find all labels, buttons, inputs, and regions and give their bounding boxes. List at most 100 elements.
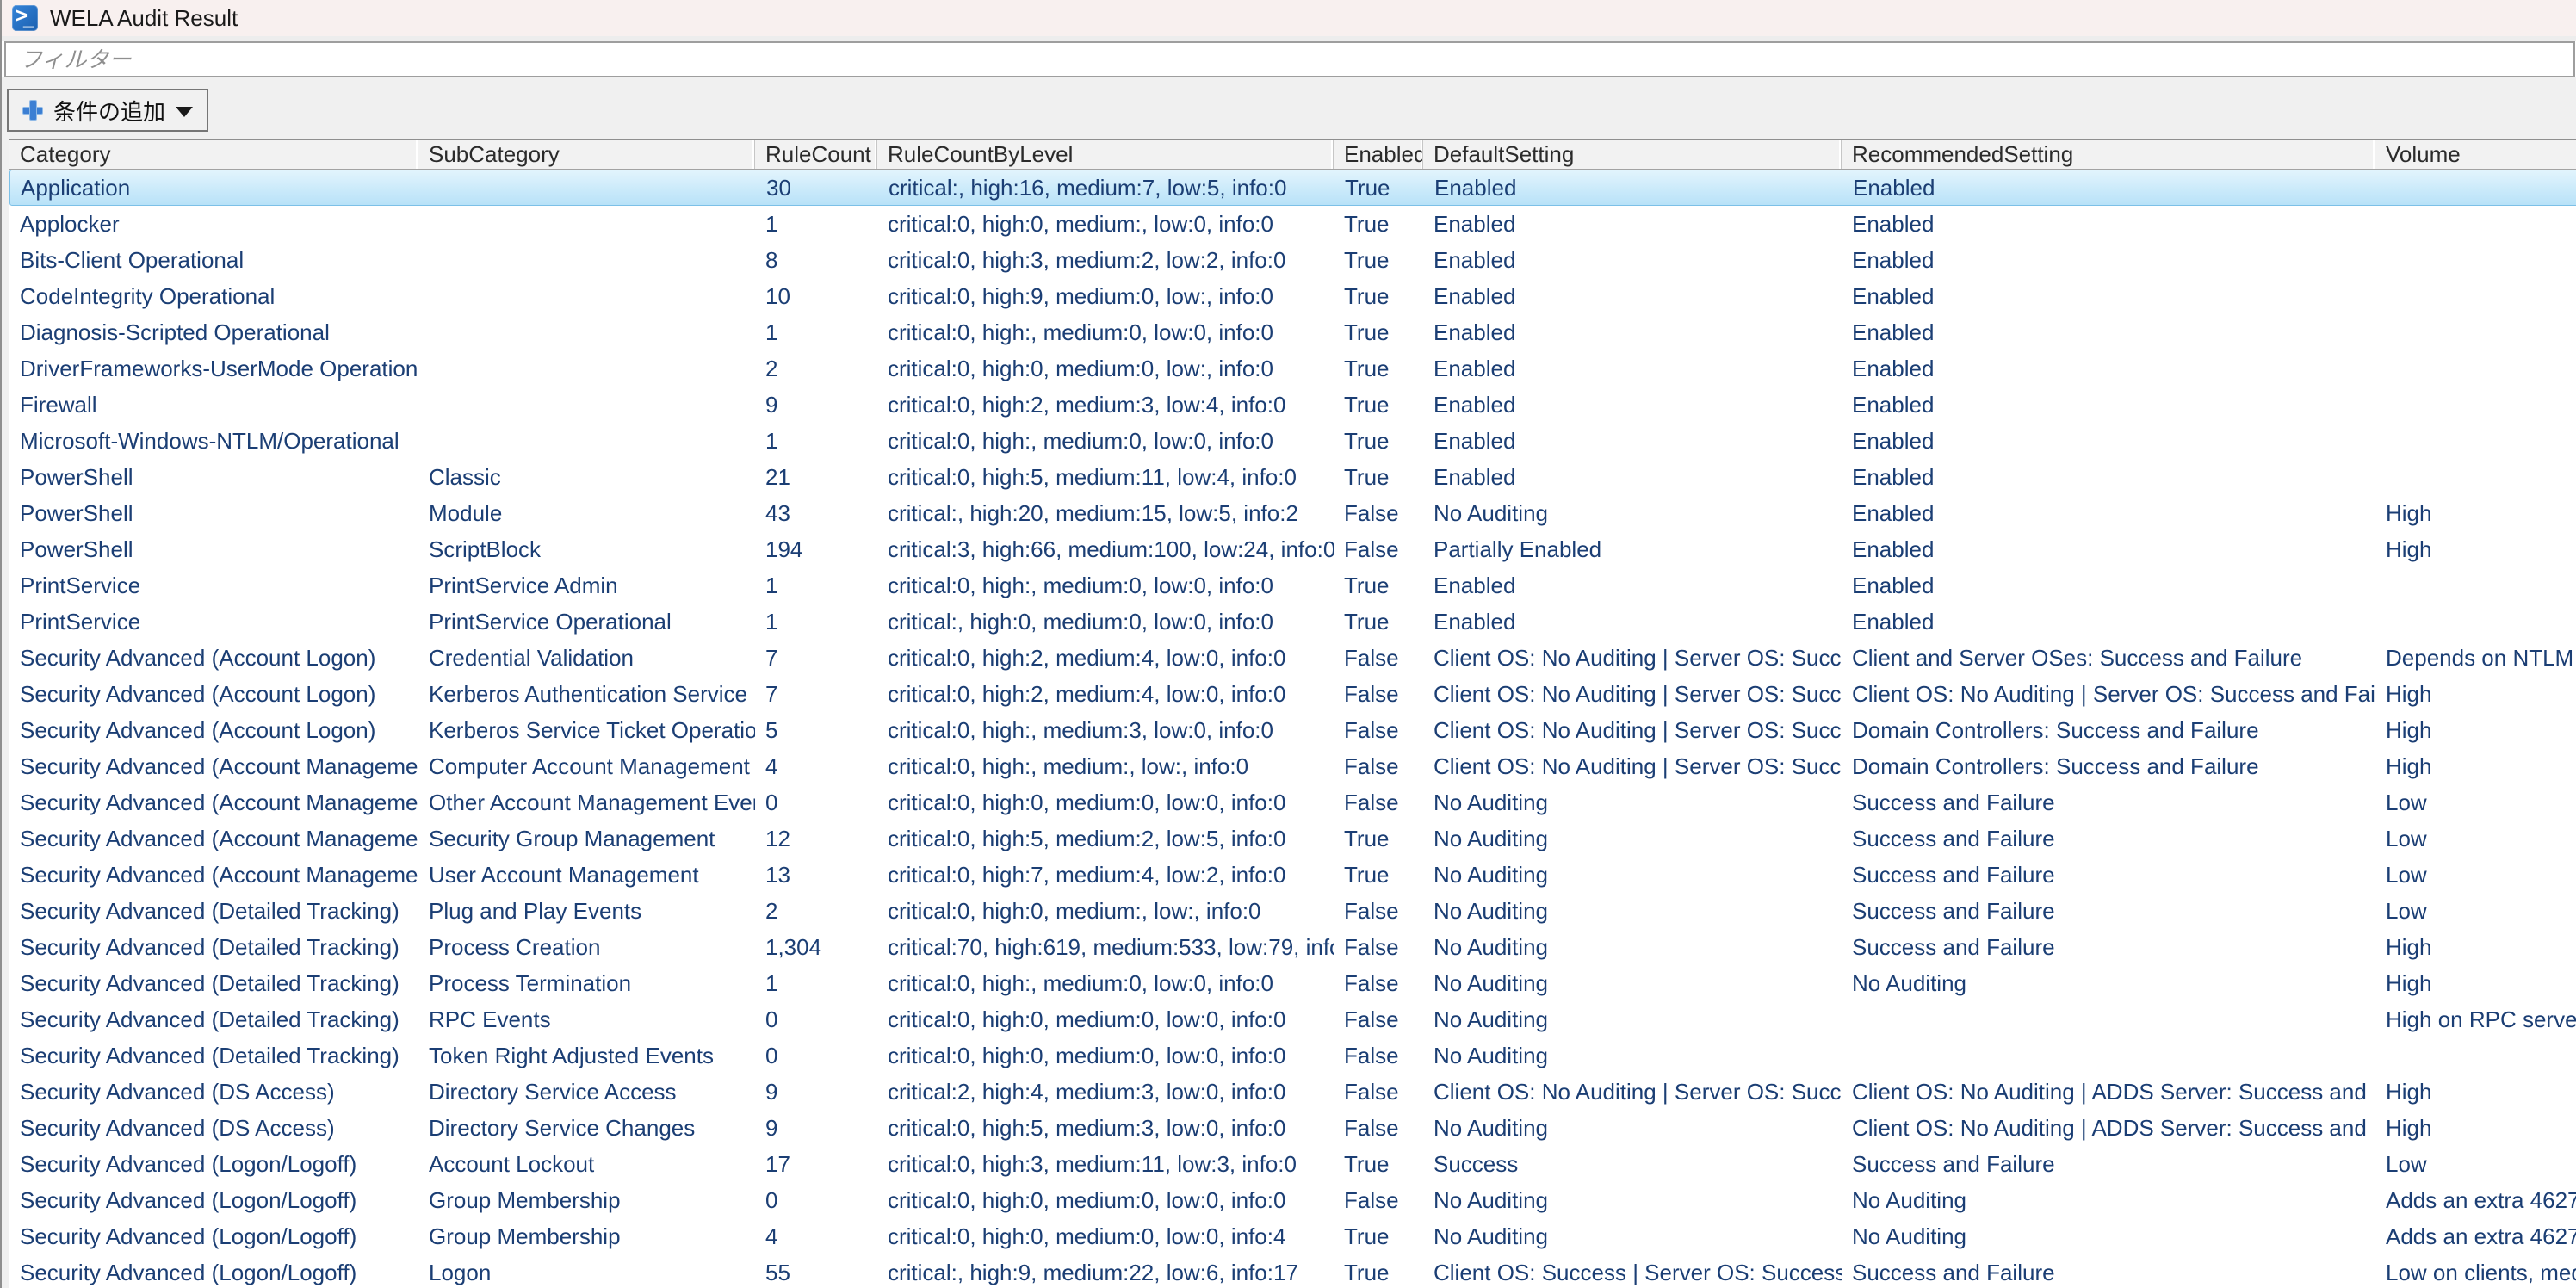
table-row[interactable]: Security Advanced (Logon/Logoff)Group Me… — [9, 1182, 2576, 1218]
cell-enabled: False — [1334, 641, 1423, 675]
cell-category: Security Advanced (Logon/Logoff) — [9, 1183, 418, 1217]
cell-defaultsetting: Client OS: Success | Server OS: Success … — [1423, 1255, 1842, 1288]
table-row[interactable]: Security Advanced (Account Management)Co… — [9, 748, 2576, 784]
cell-defaultsetting: Client OS: No Auditing | Server OS: Succ… — [1423, 713, 1842, 747]
cell-category: Firewall — [9, 387, 418, 422]
cell-recommendedsetting: Enabled — [1842, 351, 2375, 386]
cell-enabled: False — [1334, 894, 1423, 928]
cell-rulecount: 7 — [755, 641, 877, 675]
cell-rulecount: 1 — [755, 424, 877, 458]
cell-subcategory: RPC Events — [418, 1002, 755, 1037]
table-row[interactable]: Security Advanced (Logon/Logoff)Group Me… — [9, 1218, 2576, 1254]
table-row[interactable]: Microsoft-Windows-NTLM/Operational1criti… — [9, 423, 2576, 459]
table-row[interactable]: Applocker1critical:0, high:0, medium:, l… — [9, 206, 2576, 242]
cell-enabled: True — [1334, 568, 1423, 603]
cell-rulecountbylevel: critical:, high:16, medium:7, low:5, inf… — [878, 170, 1334, 205]
table-row[interactable]: Diagnosis-Scripted Operational1critical:… — [9, 314, 2576, 350]
cell-recommendedsetting: Enabled — [1842, 387, 2375, 422]
cell-defaultsetting: Enabled — [1423, 604, 1842, 639]
table-row[interactable]: Security Advanced (Account Logon)Kerbero… — [9, 676, 2576, 712]
column-header-volume[interactable]: Volume — [2375, 140, 2576, 169]
cell-defaultsetting: Enabled — [1423, 424, 1842, 458]
cell-rulecountbylevel: critical:0, high:, medium:0, low:0, info… — [877, 966, 1334, 1000]
cell-rulecountbylevel: critical:0, high:5, medium:2, low:5, inf… — [877, 821, 1334, 856]
cell-recommendedsetting: Enabled — [1842, 496, 2375, 530]
cell-defaultsetting: Client OS: No Auditing | Server OS: Succ… — [1423, 749, 1842, 783]
table-row[interactable]: Security Advanced (Account Management)Us… — [9, 857, 2576, 893]
cell-rulecountbylevel: critical:0, high:2, medium:4, low:0, inf… — [877, 677, 1334, 711]
column-header-rulecount[interactable]: RuleCount — [755, 140, 877, 169]
table-row[interactable]: PowerShellScriptBlock194critical:3, high… — [9, 531, 2576, 567]
cell-defaultsetting: Enabled — [1423, 207, 1842, 241]
table-row[interactable]: Security Advanced (Detailed Tracking)Pro… — [9, 929, 2576, 965]
cell-rulecountbylevel: critical:0, high:2, medium:3, low:4, inf… — [877, 387, 1334, 422]
table-row[interactable]: Security Advanced (Account Logon)Credent… — [9, 640, 2576, 676]
table-row[interactable]: CodeIntegrity Operational10critical:0, h… — [9, 278, 2576, 314]
table-row[interactable]: Security Advanced (Detailed Tracking)Tok… — [9, 1037, 2576, 1074]
column-header-rulecountbylevel[interactable]: RuleCountByLevel — [877, 140, 1334, 169]
cell-rulecountbylevel: critical:0, high:5, medium:11, low:4, in… — [877, 460, 1334, 494]
cell-enabled: True — [1334, 821, 1423, 856]
column-header-recommendedsetting[interactable]: RecommendedSetting — [1842, 140, 2375, 169]
column-header-subcategory[interactable]: SubCategory — [418, 140, 755, 169]
cell-recommendedsetting: Enabled — [1842, 315, 2375, 350]
cell-rulecount: 1 — [755, 568, 877, 603]
filter-input[interactable] — [4, 41, 2575, 77]
table-row[interactable]: PowerShellClassic21critical:0, high:5, m… — [9, 459, 2576, 495]
cell-rulecountbylevel: critical:0, high:3, medium:2, low:2, inf… — [877, 243, 1334, 277]
cell-enabled: True — [1334, 1255, 1423, 1288]
cell-category: Security Advanced (Account Logon) — [9, 677, 418, 711]
column-header-defaultsetting[interactable]: DefaultSetting — [1423, 140, 1842, 169]
table-row[interactable]: Security Advanced (Account Logon)Kerbero… — [9, 712, 2576, 748]
table-row[interactable]: Application30critical:, high:16, medium:… — [9, 170, 2576, 206]
cell-recommendedsetting: Client and Server OSes: Success and Fail… — [1842, 641, 2375, 675]
cell-subcategory: Plug and Play Events — [418, 894, 755, 928]
column-header-enabled[interactable]: Enabled — [1334, 140, 1423, 169]
cell-subcategory: Process Creation — [418, 930, 755, 964]
cell-enabled: True — [1334, 858, 1423, 892]
table-row[interactable]: Security Advanced (Detailed Tracking)Pro… — [9, 965, 2576, 1001]
cell-defaultsetting: No Auditing — [1423, 858, 1842, 892]
cell-rulecountbylevel: critical:0, high:7, medium:4, low:2, inf… — [877, 858, 1334, 892]
cell-enabled: False — [1334, 1183, 1423, 1217]
table-row[interactable]: Bits-Client Operational8critical:0, high… — [9, 242, 2576, 278]
cell-rulecount: 9 — [755, 1111, 877, 1145]
cell-rulecount: 0 — [755, 1183, 877, 1217]
cell-category: Security Advanced (Detailed Tracking) — [9, 930, 418, 964]
table-row[interactable]: Security Advanced (Detailed Tracking)Plu… — [9, 893, 2576, 929]
table-row[interactable]: Security Advanced (Account Management)Se… — [9, 820, 2576, 857]
column-header-category[interactable]: Category — [9, 140, 418, 169]
cell-category: Security Advanced (Account Logon) — [9, 713, 418, 747]
table-row[interactable]: Security Advanced (DS Access)Directory S… — [9, 1074, 2576, 1110]
table-row[interactable]: Security Advanced (Account Management)Ot… — [9, 784, 2576, 820]
cell-enabled: True — [1334, 387, 1423, 422]
cell-subcategory: Directory Service Changes — [418, 1111, 755, 1145]
cell-enabled: False — [1334, 1111, 1423, 1145]
cell-enabled: True — [1334, 243, 1423, 277]
cell-defaultsetting: No Auditing — [1423, 966, 1842, 1000]
cell-enabled: False — [1334, 532, 1423, 567]
table-row[interactable]: Security Advanced (Detailed Tracking)RPC… — [9, 1001, 2576, 1037]
table-row[interactable]: DriverFrameworks-UserMode Operational2cr… — [9, 350, 2576, 387]
cell-category: Applocker — [9, 207, 418, 241]
cell-volume: Low — [2375, 785, 2576, 820]
table-row[interactable]: Security Advanced (Logon/Logoff)Logon55c… — [9, 1254, 2576, 1288]
cell-rulecount: 1 — [755, 207, 877, 241]
cell-rulecount: 0 — [755, 1038, 877, 1073]
table-row[interactable]: Security Advanced (Logon/Logoff)Account … — [9, 1146, 2576, 1182]
cell-rulecount: 55 — [755, 1255, 877, 1288]
table-row[interactable]: Security Advanced (DS Access)Directory S… — [9, 1110, 2576, 1146]
cell-rulecountbylevel: critical:0, high:0, medium:0, low:0, inf… — [877, 1002, 1334, 1037]
cell-defaultsetting: No Auditing — [1423, 1111, 1842, 1145]
table-row[interactable]: PrintServicePrintService Admin1critical:… — [9, 567, 2576, 604]
table-row[interactable]: Firewall9critical:0, high:2, medium:3, l… — [9, 387, 2576, 423]
cell-volume: High on RPC servers ( — [2375, 1002, 2576, 1037]
cell-defaultsetting: Enabled — [1423, 568, 1842, 603]
results-grid: CategorySubCategoryRuleCountRuleCountByL… — [9, 139, 2576, 1288]
table-row[interactable]: PowerShellModule43critical:, high:20, me… — [9, 495, 2576, 531]
add-criteria-button[interactable]: 条件の追加 — [7, 89, 208, 132]
cell-enabled: True — [1334, 1219, 1423, 1254]
chevron-down-icon — [176, 107, 193, 117]
table-row[interactable]: PrintServicePrintService Operational1cri… — [9, 604, 2576, 640]
cell-rulecountbylevel: critical:0, high:0, medium:0, low:, info… — [877, 351, 1334, 386]
